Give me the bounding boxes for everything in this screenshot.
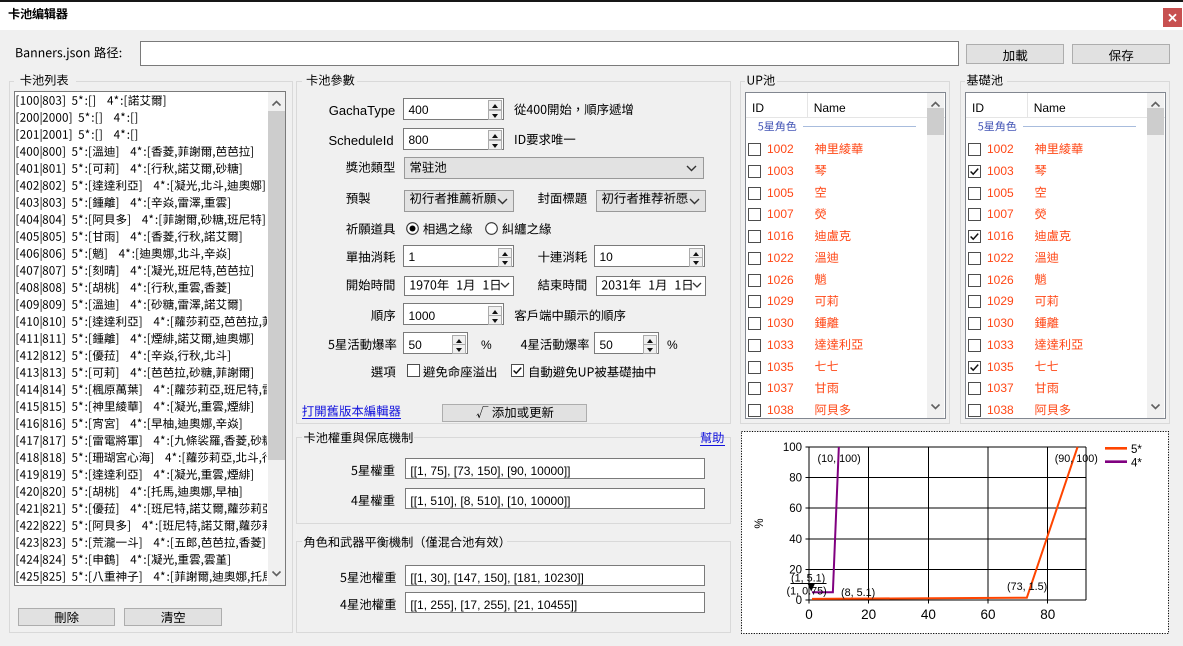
svg-text:40: 40 [789, 534, 802, 546]
svg-text:0: 0 [805, 607, 813, 622]
svg-text:5*: 5* [1131, 444, 1142, 456]
svg-text:100: 100 [783, 442, 802, 454]
svg-text:(90, 100): (90, 100) [1055, 453, 1098, 465]
svg-text:4*: 4* [1131, 458, 1142, 470]
svg-text:(8, 5.1): (8, 5.1) [841, 587, 875, 599]
svg-text:60: 60 [981, 607, 996, 622]
svg-text:80: 80 [789, 473, 802, 485]
svg-text:(10, 100): (10, 100) [818, 453, 861, 465]
svg-text:80: 80 [1040, 607, 1055, 622]
svg-text:60: 60 [789, 503, 802, 515]
svg-text:(73, 1.5): (73, 1.5) [1007, 581, 1047, 593]
svg-text:20: 20 [861, 607, 876, 622]
svg-text:(1, 5.1): (1, 5.1) [791, 573, 825, 585]
svg-text:40: 40 [921, 607, 936, 622]
svg-text:%: % [754, 518, 766, 528]
svg-text:(1, 0.75): (1, 0.75) [787, 586, 827, 598]
